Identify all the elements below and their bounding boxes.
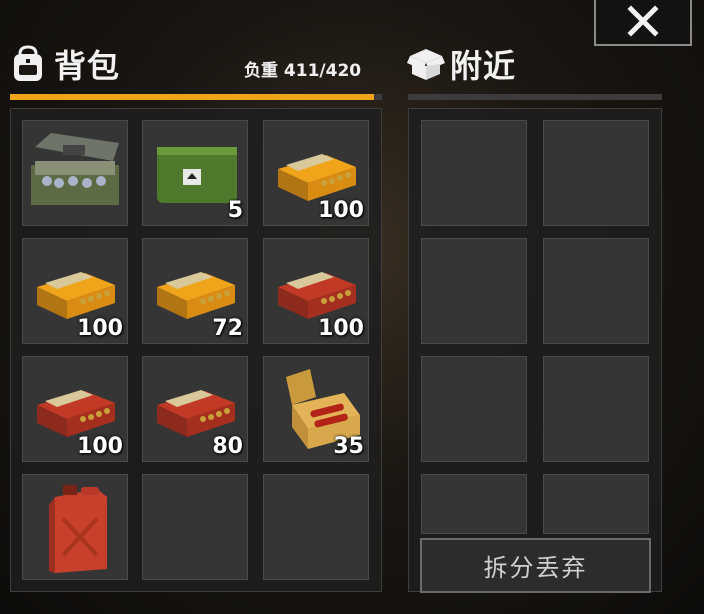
nearby-slot-empty[interactable]	[421, 238, 527, 344]
inventory-slot[interactable]: 100	[22, 238, 128, 344]
close-button[interactable]	[594, 0, 692, 46]
item-quantity: 80	[212, 434, 243, 459]
item-quantity: 35	[333, 434, 364, 459]
nearby-slot-empty[interactable]	[543, 120, 649, 226]
nearby-slot-empty[interactable]	[421, 474, 527, 534]
weight-label: 负重 411/420	[244, 61, 362, 81]
backpack-icon	[14, 45, 42, 81]
nearby-bar	[408, 94, 662, 100]
item-quantity: 72	[212, 316, 243, 341]
open-box-icon	[407, 49, 445, 80]
nearby-slot-empty[interactable]	[543, 356, 649, 462]
nearby-slot-empty[interactable]	[543, 474, 649, 534]
item-quantity: 100	[318, 316, 364, 341]
split-discard-button[interactable]: 拆分丢弃	[420, 538, 651, 593]
nearby-slot-empty[interactable]	[421, 356, 527, 462]
nearby-slot-empty[interactable]	[543, 238, 649, 344]
weight-bar	[10, 94, 382, 100]
item-quantity: 100	[318, 198, 364, 223]
inventory-slot[interactable]	[22, 120, 128, 226]
backpack-title: 背包	[54, 47, 121, 85]
item-quantity: 100	[77, 316, 123, 341]
ammo-crate-icon	[31, 133, 119, 205]
weight-bar-fill	[10, 94, 375, 100]
inventory-slot[interactable]: 5	[142, 120, 248, 226]
inventory-slot[interactable]: 80	[142, 356, 248, 462]
nearby-slot-empty[interactable]	[421, 120, 527, 226]
red-jerrycan-icon	[49, 485, 107, 573]
nearby-title: 附近	[450, 47, 517, 85]
item-quantity: 100	[77, 434, 123, 459]
inventory-slot[interactable]: 72	[142, 238, 248, 344]
inventory-slot[interactable]: 100	[263, 238, 369, 344]
inventory-slot-empty[interactable]	[142, 474, 248, 580]
close-icon	[627, 5, 659, 37]
inventory-slot[interactable]: 100	[22, 356, 128, 462]
item-quantity: 5	[227, 198, 243, 223]
inventory-slot[interactable]: 100	[263, 120, 369, 226]
nearby-header: 附近	[406, 40, 516, 88]
inventory-slot-empty[interactable]	[263, 474, 369, 580]
backpack-header: 背包	[10, 40, 120, 88]
inventory-slot[interactable]: 35	[263, 356, 369, 462]
inventory-slot[interactable]	[22, 474, 128, 580]
